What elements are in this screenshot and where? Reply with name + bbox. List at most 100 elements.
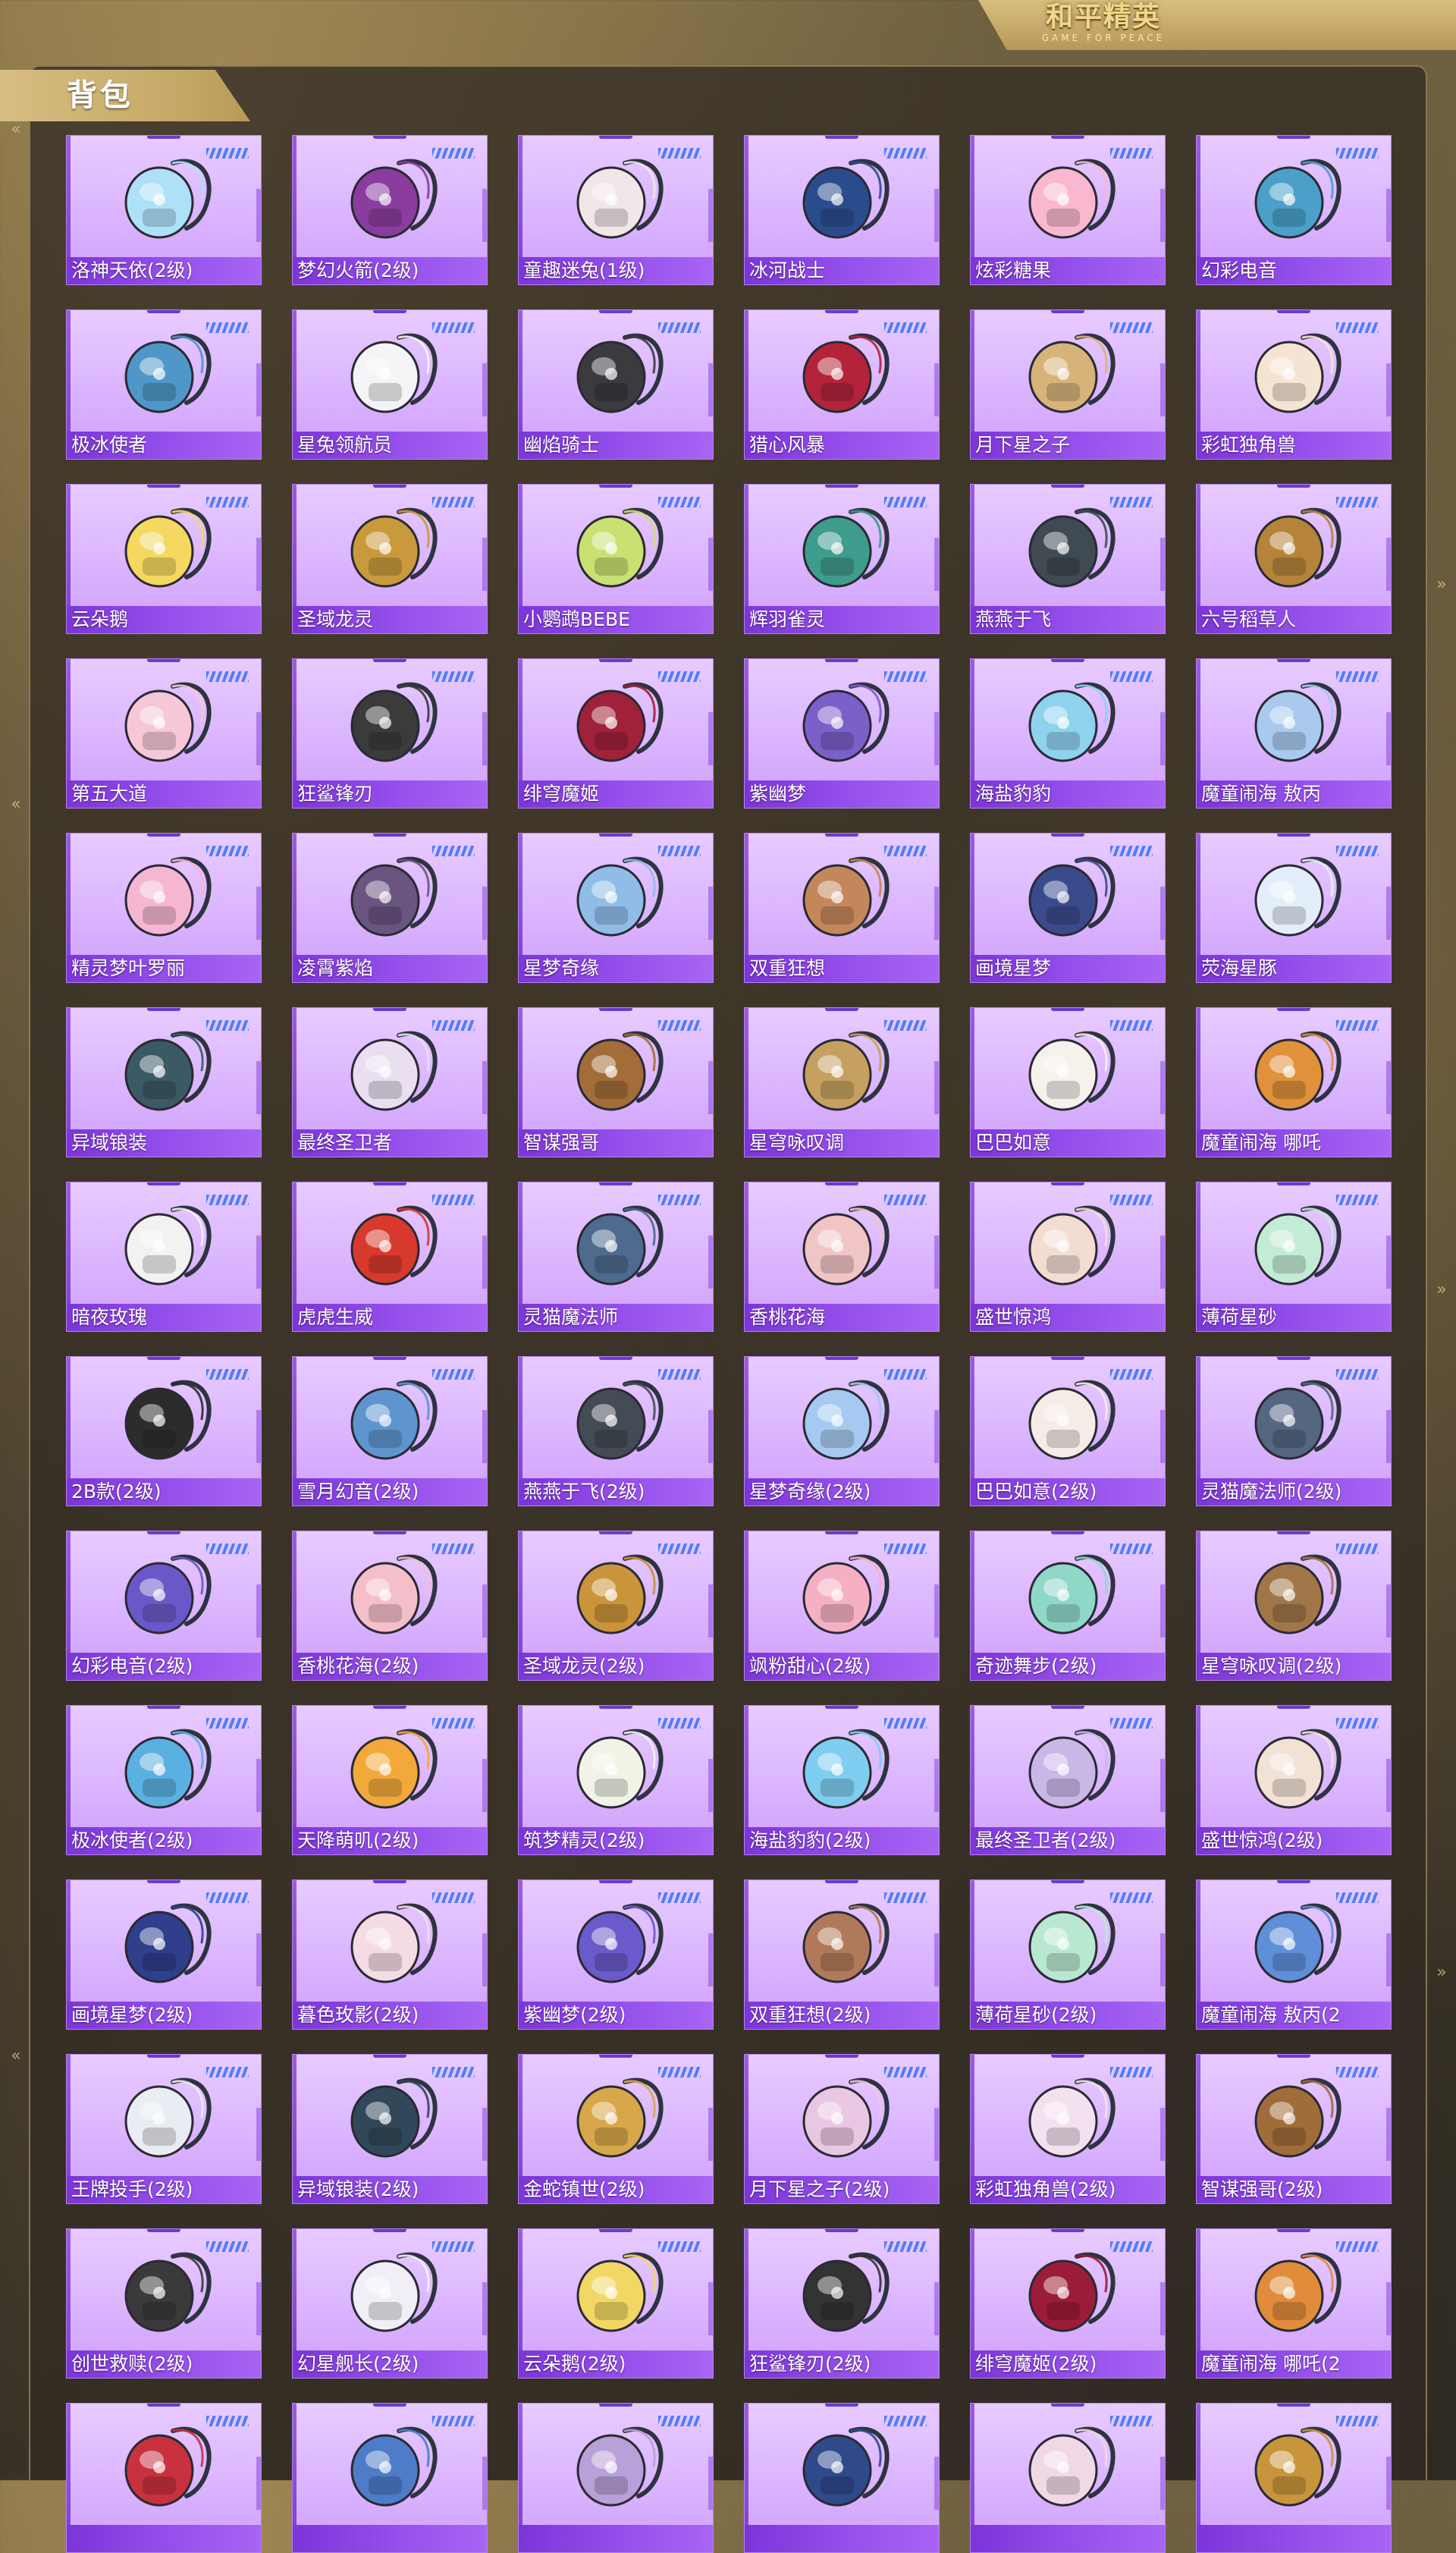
backpack-card[interactable]: 紫幽梦 xyxy=(744,658,940,809)
card-label: 幻彩电音(2级) xyxy=(71,1655,193,1677)
backpack-card[interactable]: 盛世惊鸿 xyxy=(970,1182,1166,1332)
backpack-icon xyxy=(1012,1022,1125,1124)
backpack-card[interactable]: 巴巴如意 xyxy=(970,1007,1166,1157)
backpack-card[interactable]: 星穹咏叹调 xyxy=(744,1007,940,1157)
card-notch xyxy=(599,659,632,662)
backpack-card[interactable] xyxy=(292,2403,488,2553)
backpack-card[interactable] xyxy=(66,2403,262,2553)
backpack-card[interactable]: 狂鲨锋刃 xyxy=(292,658,488,809)
backpack-card[interactable]: 双重狂想 xyxy=(744,833,940,983)
backpack-card[interactable]: 辉羽雀灵 xyxy=(744,484,940,634)
backpack-card[interactable]: 云朵鹅(2级) xyxy=(518,2228,714,2379)
backpack-card[interactable] xyxy=(1196,2403,1392,2553)
backpack-card[interactable]: 灵猫魔法师(2级) xyxy=(1196,1356,1392,1506)
backpack-card[interactable]: 金蛇镇世(2级) xyxy=(518,2054,714,2204)
backpack-card[interactable]: 极冰使者 xyxy=(66,309,262,460)
backpack-card[interactable]: 凌霄紫焰 xyxy=(292,833,488,983)
backpack-card[interactable]: 巴巴如意(2级) xyxy=(970,1356,1166,1506)
backpack-card[interactable] xyxy=(744,2403,940,2553)
backpack-card[interactable]: 最终圣卫者(2级) xyxy=(970,1705,1166,1855)
backpack-card[interactable]: 魔童闹海 哪吒 xyxy=(1196,1007,1392,1157)
backpack-card[interactable]: 2B款(2级) xyxy=(66,1356,262,1506)
backpack-card[interactable]: 暮色玫影(2级) xyxy=(292,1879,488,2030)
backpack-card[interactable]: 雪月幻音(2级) xyxy=(292,1356,488,1506)
card-notch xyxy=(825,2055,858,2058)
backpack-card[interactable]: 绯穹魔姬 xyxy=(518,658,714,809)
backpack-card[interactable]: 盛世惊鸿(2级) xyxy=(1196,1705,1392,1855)
backpack-card[interactable]: 双重狂想(2级) xyxy=(744,1879,940,2030)
backpack-card[interactable]: 绯穹魔姬(2级) xyxy=(970,2228,1166,2379)
backpack-card[interactable]: 月下星之子 xyxy=(970,309,1166,460)
backpack-icon xyxy=(560,1719,673,1822)
backpack-card[interactable]: 海盐豹豹(2级) xyxy=(744,1705,940,1855)
backpack-card[interactable]: 梦幻火箭(2级) xyxy=(292,135,488,285)
backpack-card[interactable]: 小鹦鹉BEBE xyxy=(518,484,714,634)
card-notch xyxy=(1277,1357,1310,1360)
backpack-card[interactable]: 智谋强哥(2级) xyxy=(1196,2054,1392,2204)
backpack-card[interactable]: 王牌投手(2级) xyxy=(66,2054,262,2204)
backpack-icon xyxy=(1012,847,1125,950)
backpack-card[interactable]: 燕燕于飞 xyxy=(970,484,1166,634)
backpack-card[interactable]: 极冰使者(2级) xyxy=(66,1705,262,1855)
backpack-card[interactable]: 六号稻草人 xyxy=(1196,484,1392,634)
backpack-card[interactable]: 异域锒装(2级) xyxy=(292,2054,488,2204)
backpack-card[interactable]: 精灵梦叶罗丽 xyxy=(66,833,262,983)
backpack-card[interactable]: 幻彩电音(2级) xyxy=(66,1531,262,1681)
backpack-card[interactable]: 薄荷星砂 xyxy=(1196,1182,1392,1332)
backpack-card[interactable]: 飒粉甜心(2级) xyxy=(744,1531,940,1681)
backpack-card[interactable]: 彩虹独角兽(2级) xyxy=(970,2054,1166,2204)
backpack-card[interactable]: 紫幽梦(2级) xyxy=(518,1879,714,2030)
backpack-card[interactable]: 智谋强哥 xyxy=(518,1007,714,1157)
backpack-card[interactable]: 彩虹独角兽 xyxy=(1196,309,1392,460)
backpack-card[interactable]: 星兔领航员 xyxy=(292,309,488,460)
backpack-icon xyxy=(334,324,447,426)
card-label: 紫幽梦 xyxy=(749,783,807,805)
backpack-card[interactable]: 魔童闹海 哪吒(2 xyxy=(1196,2228,1392,2379)
backpack-card[interactable]: 异域锒装 xyxy=(66,1007,262,1157)
backpack-card[interactable]: 海盐豹豹 xyxy=(970,658,1166,809)
backpack-card[interactable]: 圣域龙灵 xyxy=(292,484,488,634)
backpack-card[interactable]: 魔童闹海 敖丙(2 xyxy=(1196,1879,1392,2030)
backpack-icon xyxy=(334,498,447,601)
backpack-card[interactable] xyxy=(518,2403,714,2553)
backpack-card[interactable]: 最终圣卫者 xyxy=(292,1007,488,1157)
backpack-card[interactable]: 狂鲨锋刃(2级) xyxy=(744,2228,940,2379)
backpack-card[interactable]: 画境星梦(2级) xyxy=(66,1879,262,2030)
backpack-card[interactable]: 灵猫魔法师 xyxy=(518,1182,714,1332)
backpack-card[interactable]: 幻彩电音 xyxy=(1196,135,1392,285)
backpack-card[interactable]: 燕燕于飞(2级) xyxy=(518,1356,714,1506)
backpack-card[interactable]: 炫彩糖果 xyxy=(970,135,1166,285)
backpack-card[interactable]: 圣域龙灵(2级) xyxy=(518,1531,714,1681)
backpack-card[interactable]: 洛神天依(2级) xyxy=(66,135,262,285)
backpack-card[interactable]: 天降萌叽(2级) xyxy=(292,1705,488,1855)
backpack-card[interactable]: 筑梦精灵(2级) xyxy=(518,1705,714,1855)
backpack-card[interactable]: 猎心风暴 xyxy=(744,309,940,460)
backpack-card[interactable]: 童趣迷兔(1级) xyxy=(518,135,714,285)
backpack-card[interactable]: 幽焰骑士 xyxy=(518,309,714,460)
backpack-card[interactable]: 云朵鹅 xyxy=(66,484,262,634)
backpack-card[interactable]: 创世救赎(2级) xyxy=(66,2228,262,2379)
backpack-card[interactable]: 月下星之子(2级) xyxy=(744,2054,940,2204)
backpack-card[interactable]: 魔童闹海 敖丙 xyxy=(1196,658,1392,809)
card-label: 炫彩糖果 xyxy=(975,259,1052,281)
backpack-card[interactable]: 香桃花海 xyxy=(744,1182,940,1332)
backpack-icon xyxy=(108,1894,221,1996)
backpack-card[interactable]: 画境星梦 xyxy=(970,833,1166,983)
backpack-card[interactable]: 冰河战士 xyxy=(744,135,940,285)
card-label: 绯穹魔姬 xyxy=(523,783,600,805)
backpack-card[interactable]: 虎虎生威 xyxy=(292,1182,488,1332)
backpack-card[interactable]: 薄荷星砂(2级) xyxy=(970,1879,1166,2030)
backpack-icon xyxy=(108,498,221,601)
backpack-card[interactable]: 暗夜玫瑰 xyxy=(66,1182,262,1332)
backpack-card[interactable]: 幻星舰长(2级) xyxy=(292,2228,488,2379)
backpack-card[interactable]: 星梦奇缘 xyxy=(518,833,714,983)
backpack-card[interactable]: 星梦奇缘(2级) xyxy=(744,1356,940,1506)
backpack-card[interactable]: 香桃花海(2级) xyxy=(292,1531,488,1681)
card-label: 猎心风暴 xyxy=(749,434,826,456)
backpack-card[interactable]: 星穹咏叹调(2级) xyxy=(1196,1531,1392,1681)
right-chevron-icon: » xyxy=(1436,1963,1447,1982)
backpack-card[interactable]: 奇迹舞步(2级) xyxy=(970,1531,1166,1681)
backpack-card[interactable]: 第五大道 xyxy=(66,658,262,809)
backpack-card[interactable] xyxy=(970,2403,1166,2553)
backpack-card[interactable]: 荧海星豚 xyxy=(1196,833,1392,983)
